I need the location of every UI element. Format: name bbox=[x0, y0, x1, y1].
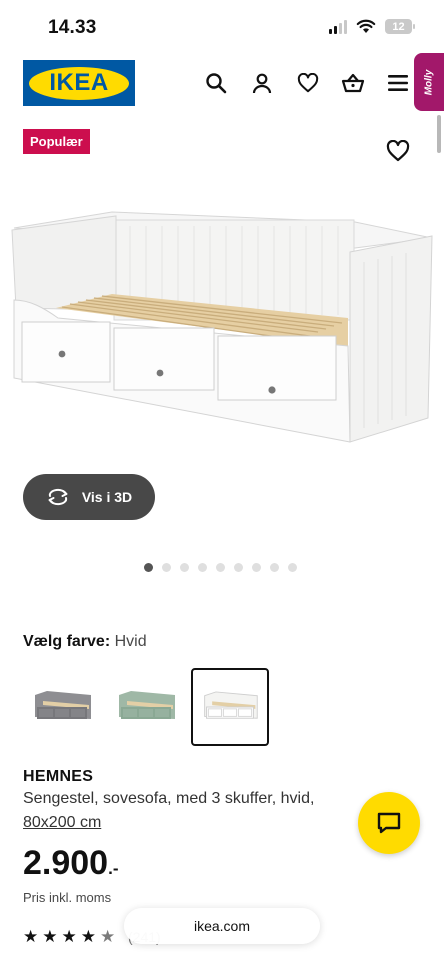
battery-level: 12 bbox=[392, 20, 405, 33]
product-size-link[interactable]: 80x200 cm bbox=[23, 814, 101, 832]
chat-button[interactable] bbox=[358, 792, 420, 854]
logo-text: IKEA bbox=[49, 69, 109, 96]
basket-icon[interactable] bbox=[340, 70, 366, 96]
carousel-dot[interactable] bbox=[288, 563, 297, 572]
status-icons: 12 bbox=[329, 19, 415, 34]
carousel-dots[interactable] bbox=[144, 563, 297, 572]
carousel-dot[interactable] bbox=[234, 563, 243, 572]
signal-icon bbox=[329, 19, 347, 34]
carousel-dot[interactable] bbox=[270, 563, 279, 572]
carousel-dot[interactable] bbox=[216, 563, 225, 572]
status-time: 14.33 bbox=[48, 17, 97, 38]
menu-icon[interactable] bbox=[385, 70, 411, 96]
star-icon: ★ bbox=[80, 927, 96, 946]
color-value: Hvid bbox=[114, 633, 147, 650]
browser-url-bar[interactable]: ikea.com bbox=[124, 908, 320, 944]
star-icon: ★ bbox=[61, 927, 77, 946]
price-note: Pris inkl. moms bbox=[23, 890, 112, 905]
color-swatch-green[interactable] bbox=[107, 668, 185, 746]
rotate-3d-icon bbox=[48, 488, 68, 506]
product-name: HEMNES bbox=[23, 768, 94, 785]
url-text: ikea.com bbox=[193, 918, 251, 934]
molly-chat-tab[interactable]: Molly bbox=[414, 53, 444, 111]
heart-icon[interactable] bbox=[295, 70, 321, 96]
heart-icon bbox=[386, 139, 410, 162]
green-sofa-thumbnail bbox=[119, 691, 175, 719]
carousel-dot[interactable] bbox=[198, 563, 207, 572]
color-selector-label: Vælg farve: Hvid bbox=[23, 633, 147, 651]
product-image[interactable] bbox=[0, 190, 444, 470]
star-half-icon: ★ bbox=[100, 927, 116, 946]
search-icon[interactable] bbox=[203, 70, 229, 96]
rating-stars[interactable]: ★ ★ ★ ★ ★ bbox=[23, 928, 115, 945]
price-suffix: .- bbox=[108, 859, 119, 878]
color-swatch-white-selected[interactable] bbox=[191, 668, 269, 746]
color-swatch-grey[interactable] bbox=[23, 668, 101, 746]
view-3d-button[interactable]: Vis i 3D bbox=[23, 474, 155, 520]
carousel-dot[interactable] bbox=[180, 563, 189, 572]
carousel-dot[interactable] bbox=[252, 563, 261, 572]
white-sofa-thumbnail bbox=[204, 691, 258, 719]
battery-icon: 12 bbox=[385, 19, 415, 34]
wifi-icon bbox=[356, 19, 376, 33]
user-icon[interactable] bbox=[249, 70, 275, 96]
favourite-button[interactable] bbox=[386, 139, 410, 164]
view-3d-label: Vis i 3D bbox=[81, 489, 133, 505]
price-value: 2.900 bbox=[23, 844, 109, 882]
chat-icon bbox=[377, 812, 401, 834]
carousel-dot[interactable] bbox=[144, 563, 153, 572]
molly-label: Molly bbox=[423, 69, 435, 95]
product-price: 2.900 .- bbox=[23, 844, 118, 883]
color-label: Vælg farve: bbox=[23, 633, 111, 650]
product-description: Sengestel, sovesofa, med 3 skuffer, hvid… bbox=[23, 790, 315, 807]
scrollbar[interactable] bbox=[437, 115, 441, 153]
grey-sofa-thumbnail bbox=[35, 691, 91, 719]
star-icon: ★ bbox=[23, 927, 39, 946]
popular-badge: Populær bbox=[23, 129, 90, 154]
carousel-dot[interactable] bbox=[162, 563, 171, 572]
ikea-logo[interactable]: IKEA bbox=[23, 60, 135, 106]
star-icon: ★ bbox=[42, 927, 58, 946]
